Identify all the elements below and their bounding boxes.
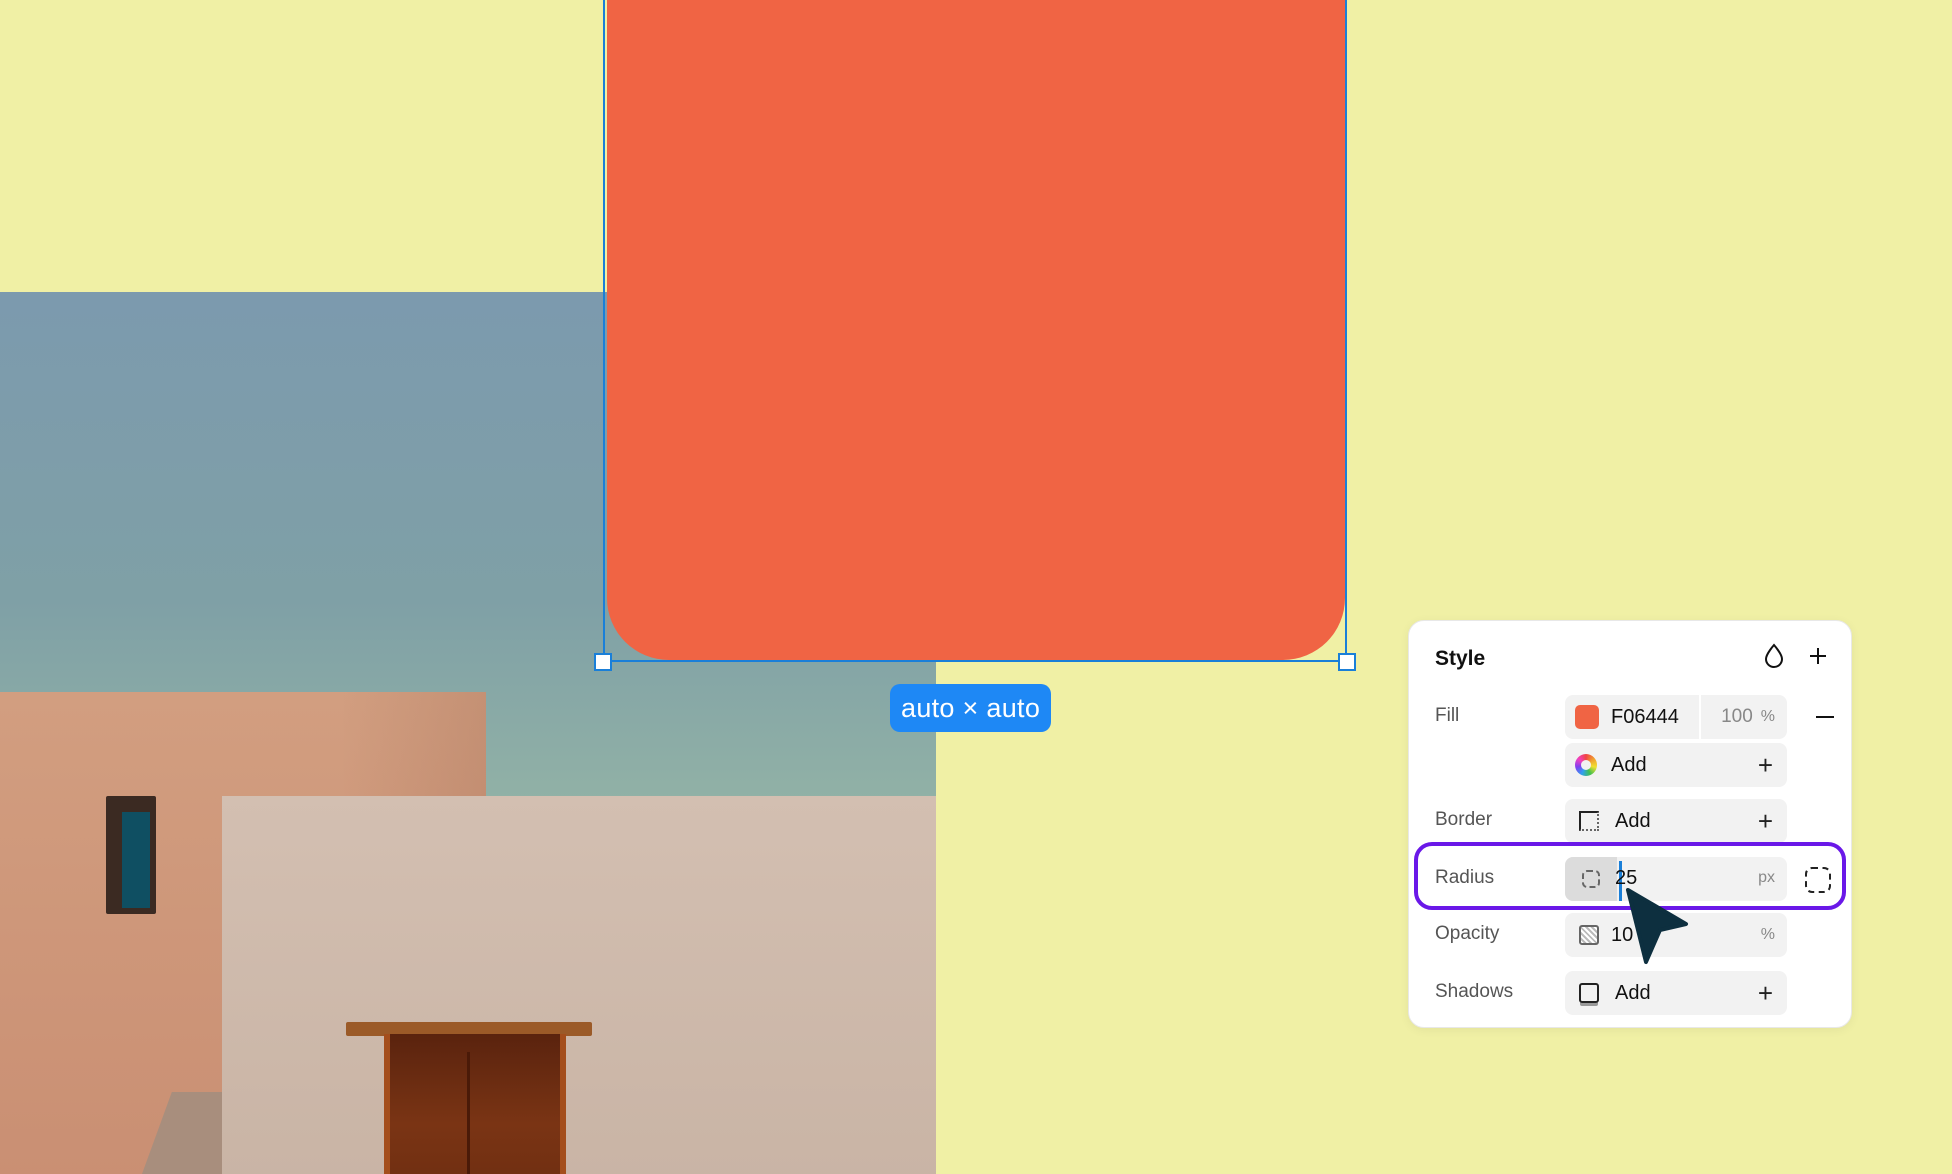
building-front [222, 796, 936, 1174]
door [384, 1034, 566, 1174]
add-border-label: Add [1615, 809, 1651, 832]
radius-unit: px [1758, 869, 1775, 886]
fill-opacity-unit: % [1760, 708, 1775, 725]
color-swatch[interactable] [1575, 705, 1599, 729]
border-label: Border [1435, 809, 1493, 830]
fill-color-field[interactable]: F06444 [1565, 695, 1699, 739]
remove-fill-button[interactable] [1813, 695, 1837, 739]
shadow-icon [1579, 983, 1599, 1003]
independent-corners-icon[interactable] [1805, 867, 1831, 893]
radius-label: Radius [1435, 867, 1495, 888]
panel-title: Style [1435, 647, 1486, 670]
add-shadow-label: Add [1615, 981, 1651, 1004]
plus-icon: + [1757, 750, 1773, 780]
plus-icon: + [1757, 978, 1773, 1008]
shadows-label: Shadows [1435, 981, 1514, 1002]
opacity-unit: % [1760, 926, 1775, 943]
radius-value: 25 [1615, 867, 1638, 889]
resize-handle-bottom-right[interactable] [1338, 653, 1356, 671]
plus-icon: + [1757, 806, 1773, 836]
opacity-label: Opacity [1435, 923, 1500, 944]
fill-label: Fill [1435, 705, 1460, 726]
add-shadow-button[interactable]: Add + [1565, 971, 1787, 1015]
radius-input[interactable]: 25 px [1565, 857, 1787, 901]
selection-outline [603, 0, 1347, 662]
drop-icon[interactable] [1759, 641, 1789, 671]
fill-hex-value: F06444 [1611, 705, 1679, 728]
border-icon [1579, 811, 1599, 831]
add-fill-label: Add [1611, 753, 1647, 776]
corner-radius-icon [1582, 870, 1600, 888]
fill-opacity-field[interactable]: 100 % [1701, 695, 1787, 739]
opacity-input[interactable]: 10 % [1565, 913, 1787, 957]
minus-icon [1816, 716, 1834, 718]
opacity-value: 10 [1611, 923, 1634, 946]
plus-icon[interactable] [1803, 641, 1833, 671]
fill-opacity-value: 100 [1721, 706, 1753, 727]
radius-icon-button[interactable] [1565, 857, 1617, 901]
opacity-icon [1579, 925, 1599, 945]
resize-handle-bottom-left[interactable] [594, 653, 612, 671]
color-wheel-icon [1575, 754, 1597, 776]
add-border-button[interactable]: Add + [1565, 799, 1787, 843]
style-panel: Style Fill F06444 100 % Add + Border Add… [1408, 620, 1852, 1028]
add-fill-button[interactable]: Add + [1565, 743, 1787, 787]
dimension-badge: auto × auto [890, 684, 1052, 732]
